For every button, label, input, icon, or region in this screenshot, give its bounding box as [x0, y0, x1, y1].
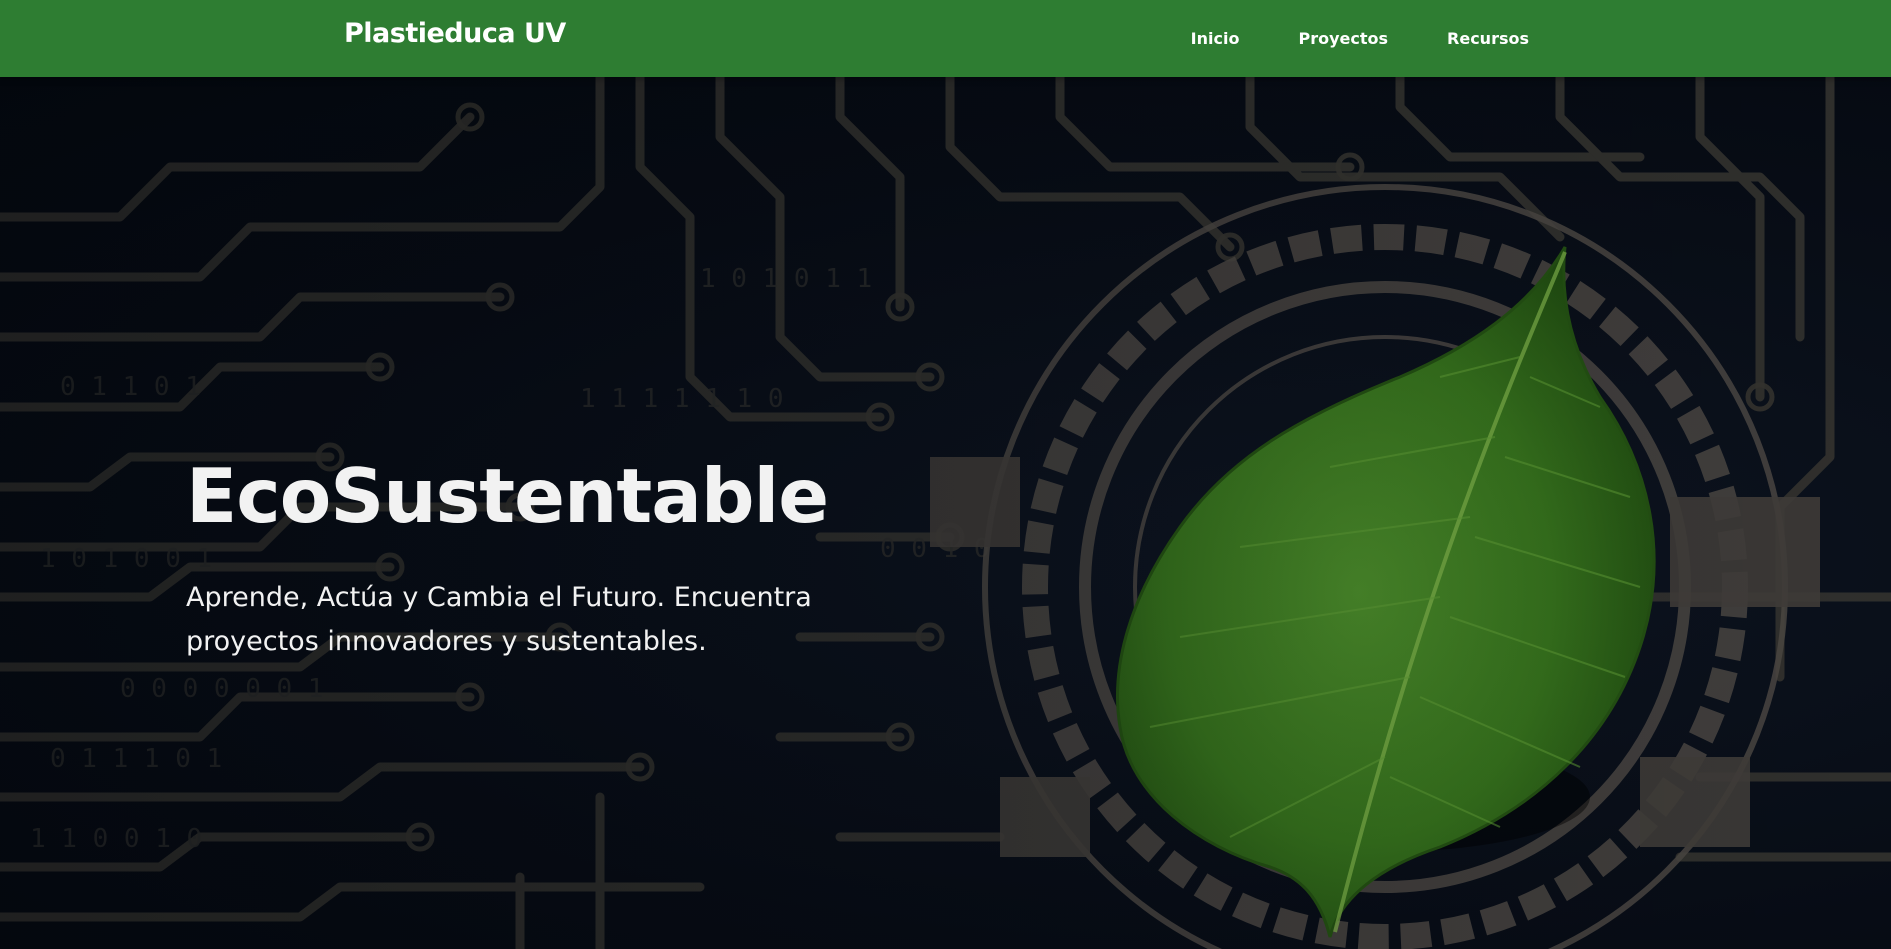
navbar: Plastieduca UV Inicio Proyectos Recursos	[0, 0, 1891, 77]
hero-title: EcoSustentable	[186, 452, 829, 540]
nav-link-inicio[interactable]: Inicio	[1191, 29, 1240, 48]
nav-link-recursos[interactable]: Recursos	[1447, 29, 1529, 48]
nav-links: Inicio Proyectos Recursos	[1191, 0, 1529, 77]
hero-subtitle: Aprende, Actúa y Cambia el Futuro. Encue…	[186, 581, 812, 657]
hero-section: 0 1 1 0 1 1 0 1 0 0 1 0 0 0 0 0 0 1 0 1 …	[0, 77, 1891, 949]
brand-logo[interactable]: Plastieduca UV	[344, 18, 566, 49]
hero-content: EcoSustentable Aprende, Actúa y Cambia e…	[186, 457, 886, 664]
nav-link-proyectos[interactable]: Proyectos	[1298, 29, 1388, 48]
